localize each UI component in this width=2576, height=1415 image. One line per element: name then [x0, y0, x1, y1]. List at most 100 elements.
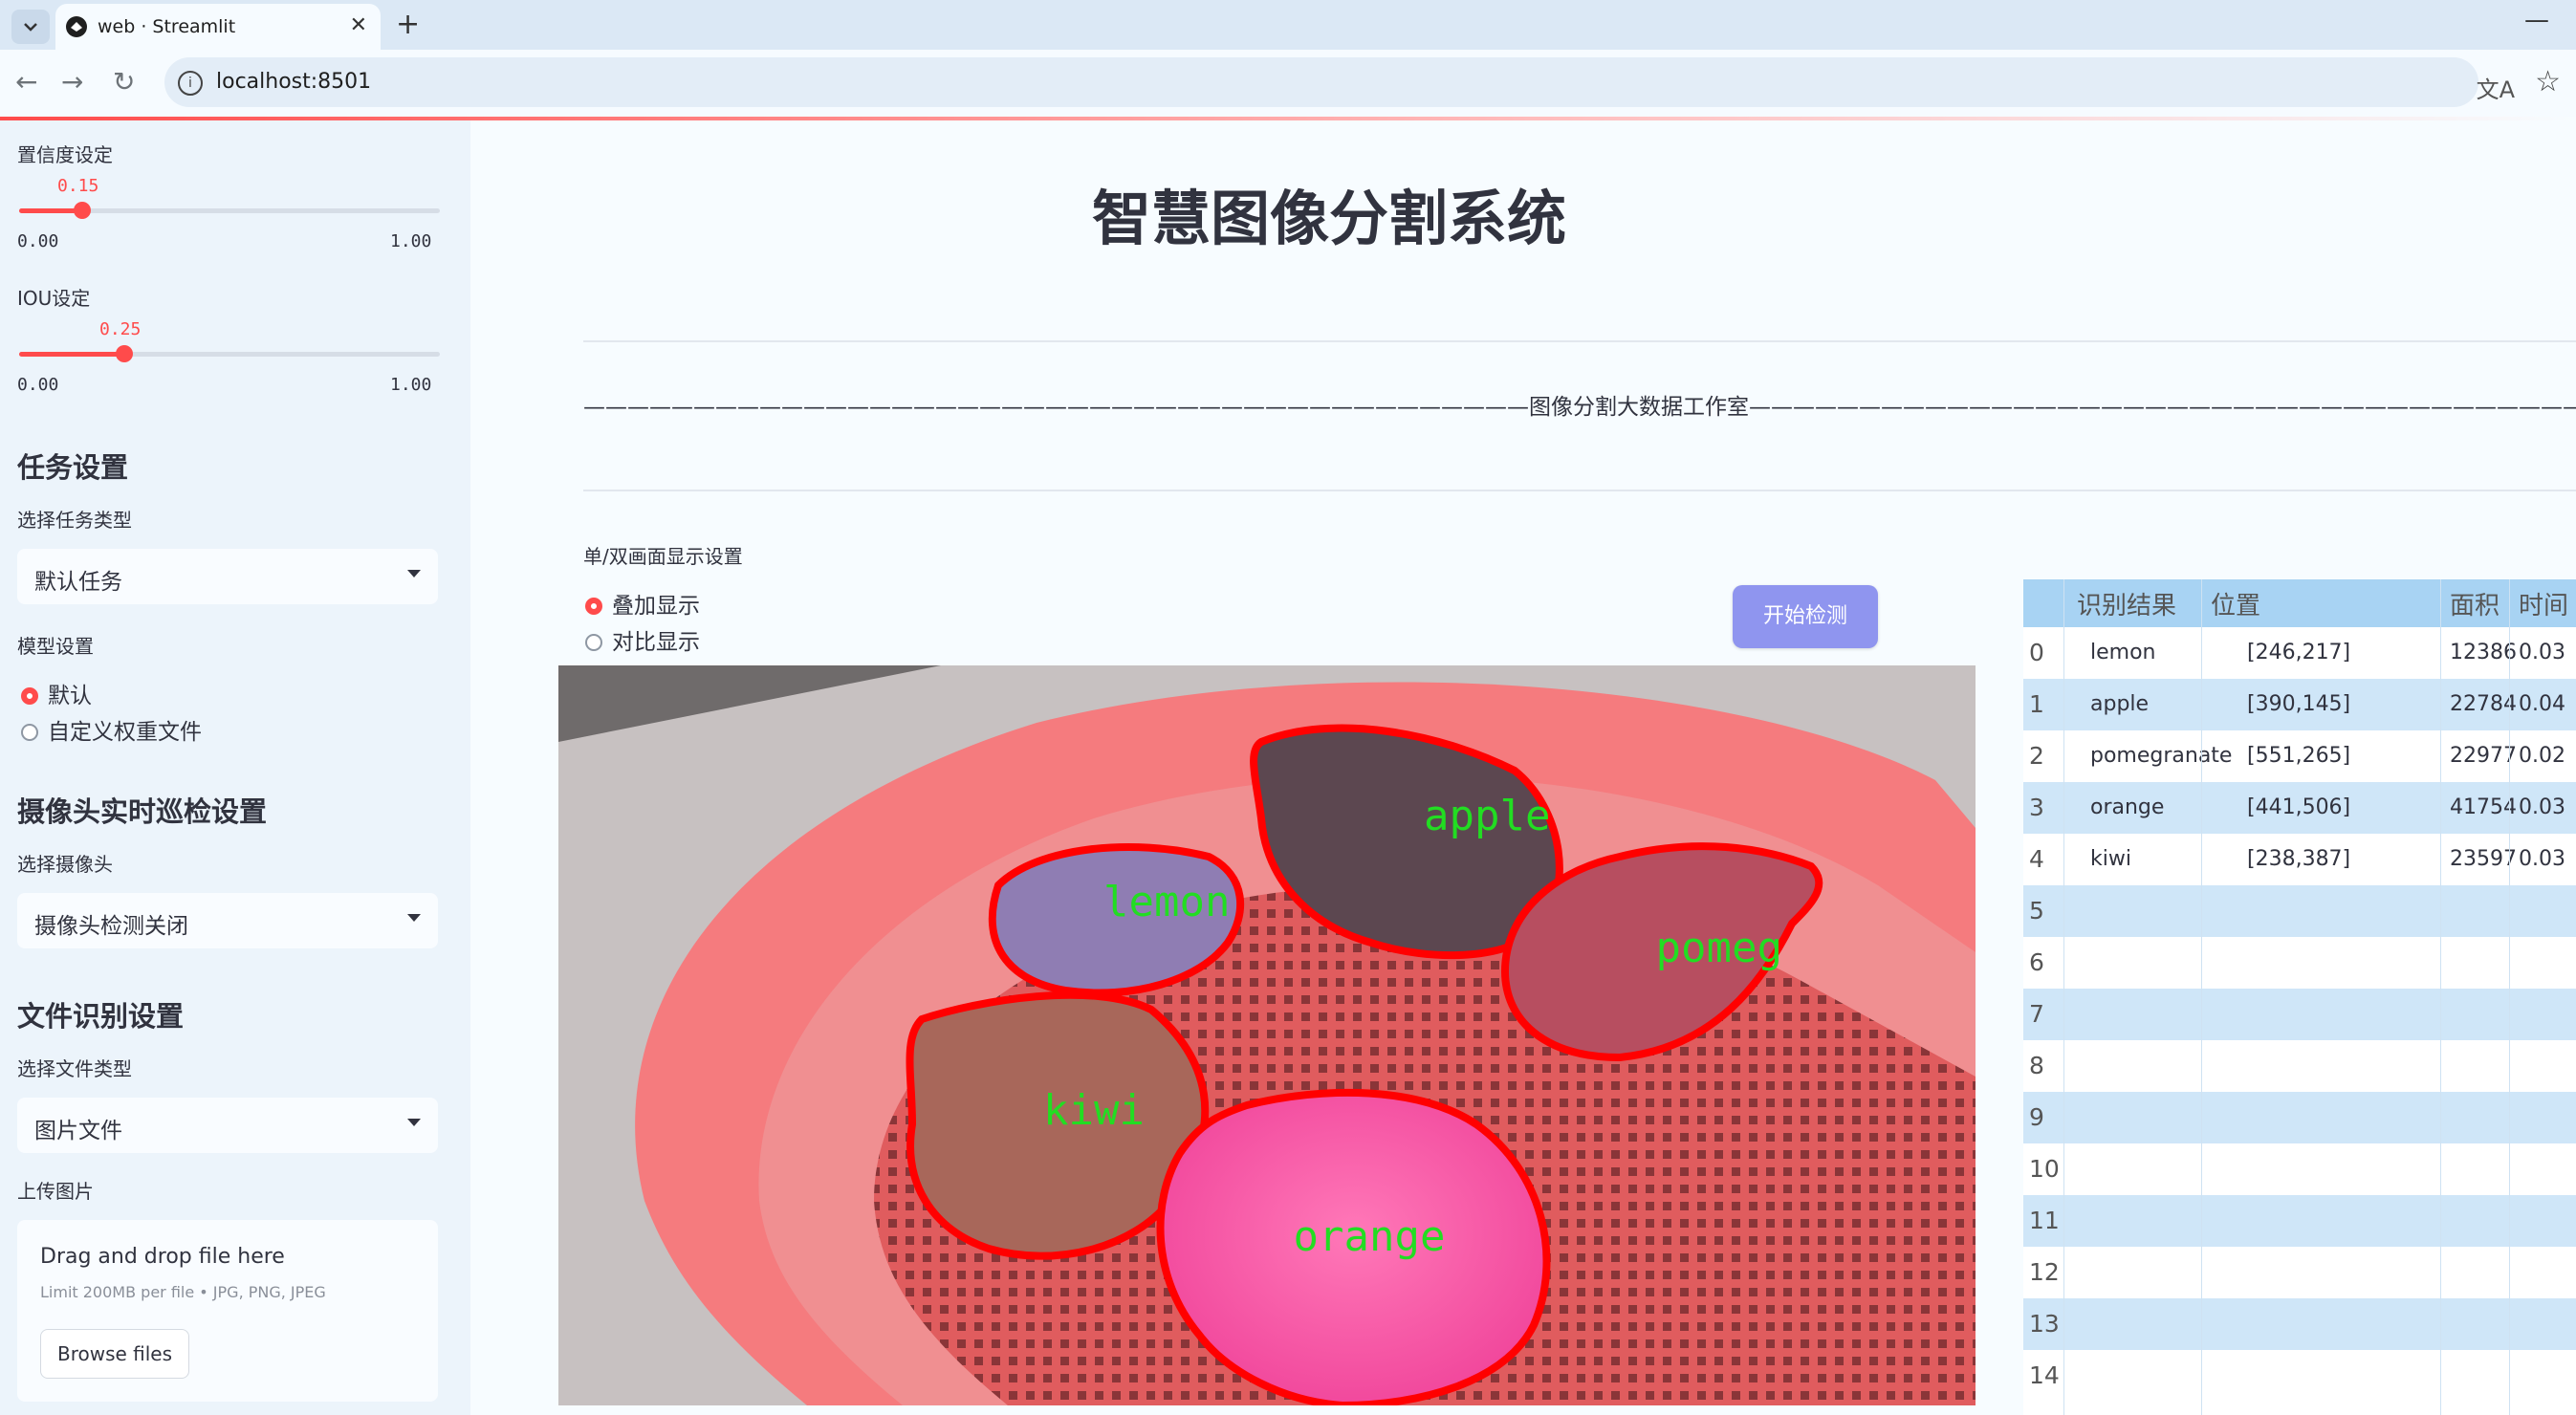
forward-arrow-icon[interactable]: → [61, 66, 83, 98]
row-index: 12 [2029, 1258, 2060, 1286]
model-option-default[interactable]: 默认 [21, 677, 92, 709]
row-index: 9 [2029, 1103, 2044, 1131]
new-tab-icon[interactable]: + [396, 8, 420, 41]
display-mode-label: 单/双画面显示设置 [583, 545, 743, 568]
browse-files-button[interactable]: Browse files [40, 1329, 189, 1379]
camera-settings-header: 摄像头实时巡检设置 [17, 795, 268, 828]
iou-min: 0.00 [17, 375, 59, 395]
table-row[interactable]: 14 [2023, 1350, 2576, 1402]
row-index: 3 [2029, 794, 2044, 821]
row-index: 5 [2029, 897, 2044, 925]
table-row[interactable]: 10 [2023, 1143, 2576, 1195]
file-settings-header: 文件识别设置 [17, 1000, 185, 1033]
table-row[interactable]: 5 [2023, 885, 2576, 937]
row-index: 7 [2029, 1000, 2044, 1028]
iou-max: 1.00 [390, 375, 432, 395]
display-option-overlay[interactable]: 叠加显示 [585, 587, 700, 620]
close-tab-icon[interactable]: ✕ [350, 13, 367, 37]
radio-selected-icon [585, 598, 602, 615]
reload-icon[interactable]: ↻ [113, 66, 135, 98]
table-row[interactable]: 8 [2023, 1040, 2576, 1092]
position-cell: [238,387] [2247, 847, 2351, 871]
table-row[interactable]: 4 kiwi [238,387] 23597 0.03 [2023, 834, 2576, 885]
back-arrow-icon[interactable]: ← [15, 66, 37, 98]
site-info-icon[interactable]: i [178, 71, 203, 96]
table-row[interactable]: 2 pomegranate [551,265] 22977 0.02 [2023, 730, 2576, 782]
model-option-custom[interactable]: 自定义权重文件 [21, 713, 202, 746]
row-index: 1 [2029, 690, 2044, 718]
table-row[interactable]: 7 [2023, 989, 2576, 1040]
confidence-slider[interactable] [19, 202, 440, 219]
result-cell: pomegranate [2090, 744, 2233, 768]
table-row[interactable]: 11 [2023, 1195, 2576, 1247]
upload-label: 上传图片 [17, 1180, 94, 1203]
studio-banner: ————————————————————————————————————————… [583, 395, 2576, 420]
file-type-value: 图片文件 [34, 1119, 122, 1143]
page-title: 智慧图像分割系统 [1091, 184, 1566, 253]
divider [583, 340, 2576, 342]
translate-icon[interactable]: 文A [2477, 71, 2515, 104]
area-cell: 23597 [2450, 847, 2517, 871]
iou-slider[interactable] [19, 345, 440, 362]
table-row[interactable]: 1 apple [390,145] 22784 0.04 [2023, 679, 2576, 730]
results-table[interactable]: 识别结果 位置 面积 时间 0 lemon [246,217] 12386 0.03 1 a… [2023, 579, 2576, 1415]
camera-select[interactable]: 摄像头检测关闭 [17, 893, 438, 948]
row-index: 2 [2029, 742, 2044, 770]
caret-down-icon [407, 914, 421, 922]
column-header-time: 时间 [2519, 592, 2569, 620]
column-header-position: 位置 [2211, 592, 2261, 620]
row-index: 0 [2029, 639, 2044, 666]
row-index: 4 [2029, 845, 2044, 873]
row-index: 13 [2029, 1310, 2060, 1338]
row-index: 10 [2029, 1155, 2060, 1183]
address-bar: ← → ↻ i localhost:8501 文A ☆ [0, 50, 2576, 117]
position-cell: [551,265] [2247, 744, 2351, 768]
table-row[interactable]: 0 lemon [246,217] 12386 0.03 [2023, 627, 2576, 679]
task-type-value: 默认任务 [34, 570, 122, 595]
radio-unselected-icon [585, 634, 602, 651]
result-cell: lemon [2090, 641, 2156, 664]
caret-down-icon [407, 1119, 421, 1126]
start-detection-button[interactable]: 开始检测 [1733, 585, 1878, 648]
area-cell: 41754 [2450, 795, 2517, 819]
tab-search-button[interactable] [11, 10, 50, 44]
bookmark-star-icon[interactable]: ☆ [2535, 65, 2561, 98]
table-row[interactable]: 13 [2023, 1298, 2576, 1350]
result-cell: kiwi [2090, 847, 2131, 871]
pomegranate-label: pomeg [1656, 924, 1782, 972]
streamlit-favicon-icon [66, 16, 87, 37]
confidence-value: 0.15 [57, 176, 99, 196]
table-row[interactable]: 6 [2023, 937, 2576, 989]
iou-label: IOU设定 [17, 287, 91, 310]
column-divider [2440, 579, 2441, 1415]
display-option-compare[interactable]: 对比显示 [585, 623, 700, 656]
confidence-label: 置信度设定 [17, 143, 113, 166]
file-uploader-dropzone[interactable]: Drag and drop file here Limit 200MB per … [17, 1220, 438, 1402]
column-divider [2063, 579, 2064, 1415]
table-row[interactable]: 12 [2023, 1247, 2576, 1298]
url-text: localhost:8501 [216, 70, 372, 94]
confidence-slider-thumb[interactable] [74, 202, 91, 219]
browser-tab-bar: web · Streamlit ✕ + — [0, 0, 2576, 50]
task-type-label: 选择任务类型 [17, 509, 132, 532]
kiwi-label: kiwi [1043, 1086, 1145, 1135]
result-cell: orange [2090, 795, 2165, 819]
file-type-select[interactable]: 图片文件 [17, 1098, 438, 1153]
task-type-select[interactable]: 默认任务 [17, 549, 438, 604]
column-header-area: 面积 [2450, 592, 2500, 620]
upload-limit-text: Limit 200MB per file • JPG, PNG, JPEG [40, 1283, 326, 1301]
area-cell: 22784 [2450, 692, 2517, 716]
browser-tab[interactable]: web · Streamlit ✕ [55, 4, 381, 50]
row-index: 8 [2029, 1052, 2044, 1079]
confidence-max: 1.00 [390, 231, 432, 251]
minimize-icon[interactable]: — [2524, 6, 2549, 34]
model-settings-label: 模型设置 [17, 635, 94, 658]
table-row[interactable]: 3 orange [441,506] 41754 0.03 [2023, 782, 2576, 834]
lemon-label: lemon [1103, 878, 1230, 926]
url-field[interactable]: i localhost:8501 [164, 57, 2478, 107]
table-row[interactable]: 9 [2023, 1092, 2576, 1143]
tab-title: web · Streamlit [98, 16, 236, 37]
iou-slider-thumb[interactable] [116, 345, 133, 362]
task-settings-header: 任务设置 [17, 451, 129, 484]
apple-label: apple [1424, 792, 1550, 840]
